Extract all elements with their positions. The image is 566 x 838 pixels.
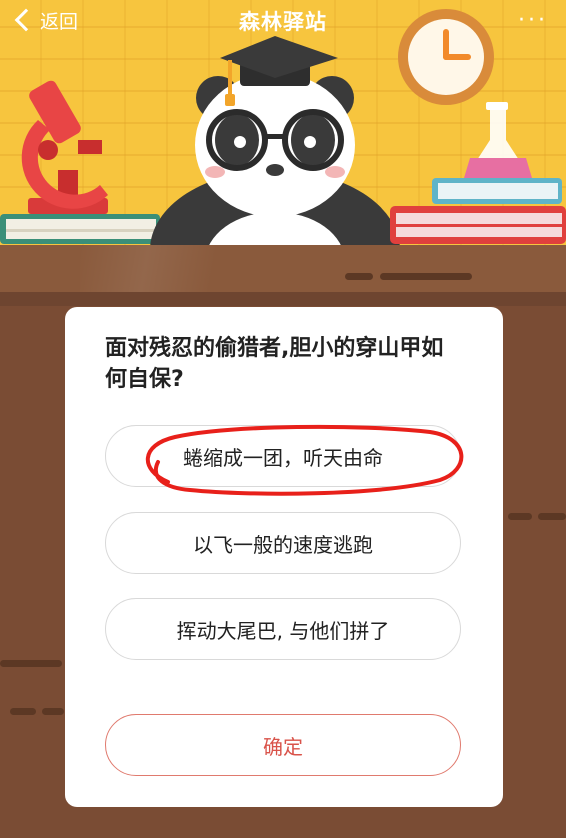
wood-grain-mark <box>380 273 472 280</box>
header-illustration: 返回 森林驿站 ··· <box>0 0 566 250</box>
books-right-icon <box>390 178 566 244</box>
wood-grain-mark <box>42 708 64 715</box>
page-title: 森林驿站 <box>239 10 327 34</box>
books-left-icon <box>0 214 160 244</box>
confirm-button[interactable]: 确定 <box>105 714 461 776</box>
flask-icon <box>464 102 532 180</box>
answer-option-1[interactable]: 蜷缩成一团，听天由命 <box>105 425 461 487</box>
answer-option-label: 以飞一般的速度逃跑 <box>193 532 373 557</box>
desk-edge <box>0 292 566 306</box>
panda-mascot <box>150 73 400 250</box>
navigation-bar: 返回 森林驿站 ··· <box>0 0 566 40</box>
microscope-icon <box>21 80 108 214</box>
answer-option-label: 蜷缩成一团，听天由命 <box>183 445 383 470</box>
wood-grain-mark <box>508 513 532 520</box>
question-text: 面对残忍的偷猎者,胆小的穿山甲如何自保? <box>105 336 444 392</box>
quiz-card: 面对残忍的偷猎者,胆小的穿山甲如何自保? 蜷缩成一团，听天由命 以飞一般的速度逃… <box>65 307 503 807</box>
answer-option-3[interactable]: 挥动大尾巴, 与他们拼了 <box>105 598 461 660</box>
wood-grain-mark <box>0 660 62 667</box>
wood-grain-mark <box>10 708 36 715</box>
confirm-label: 确定 <box>263 734 303 759</box>
answer-option-label: 挥动大尾巴, 与他们拼了 <box>176 618 390 643</box>
answer-option-2[interactable]: 以飞一般的速度逃跑 <box>105 512 461 574</box>
more-menu-button[interactable]: ··· <box>518 8 548 33</box>
wood-grain-mark <box>345 273 373 280</box>
wood-grain-mark <box>538 513 566 520</box>
